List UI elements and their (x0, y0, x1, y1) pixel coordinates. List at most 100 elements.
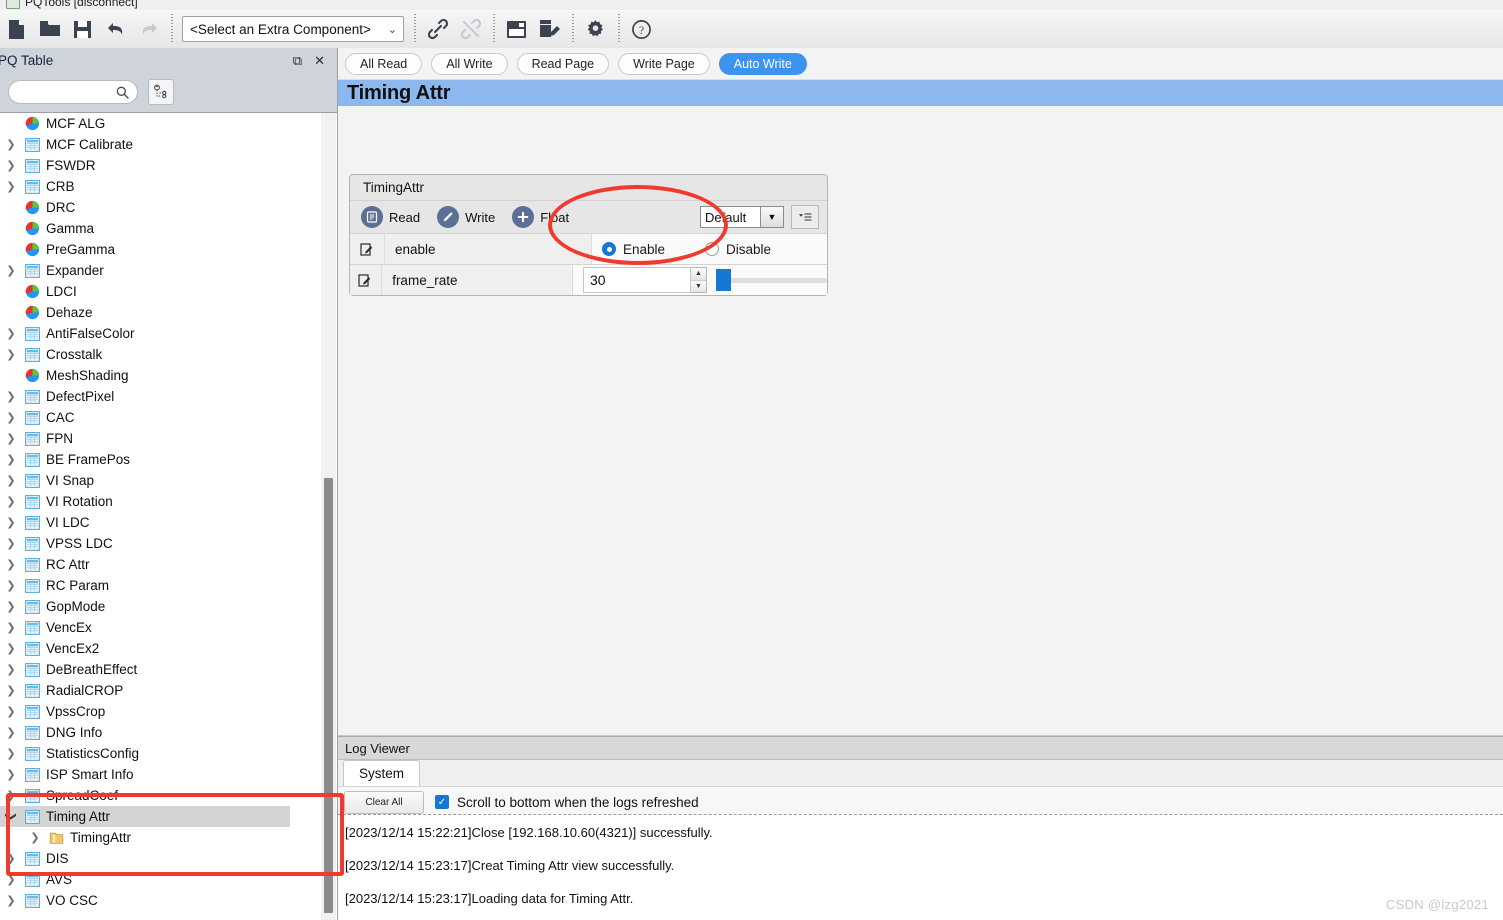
chevron-right-icon[interactable]: ❯ (0, 558, 22, 571)
tree-node[interactable]: ❯ ISP Smart Info (0, 764, 318, 785)
help-icon[interactable]: ? (625, 12, 658, 46)
chevron-right-icon[interactable]: ❯ (0, 516, 22, 529)
chevron-right-icon[interactable]: ❯ (0, 873, 22, 886)
chevron-right-icon[interactable]: ❯ (0, 852, 22, 865)
enable-value-cell[interactable]: Enable Disable (592, 234, 827, 264)
tree-node[interactable]: ❯ VencEx2 (0, 638, 318, 659)
edit-pencil-icon[interactable] (350, 234, 385, 264)
radio-enable[interactable]: Enable (602, 242, 665, 257)
tree-node[interactable]: ❯ AntiFalseColor (0, 323, 318, 344)
chevron-right-icon[interactable]: ❯ (0, 327, 22, 340)
tree-node[interactable]: ❯ AVS (0, 869, 318, 890)
pill-all-write[interactable]: All Write (431, 52, 508, 75)
search-box[interactable] (8, 80, 138, 104)
tree-node[interactable]: ❯ VPSS LDC (0, 533, 318, 554)
tree-node[interactable]: ❯ MCF Calibrate (0, 134, 318, 155)
chevron-right-icon[interactable]: ❯ (0, 390, 22, 403)
stepper-down-icon[interactable]: ▼ (691, 280, 706, 292)
chevron-right-icon[interactable]: ❯ (0, 726, 22, 739)
scroll-to-bottom-checkbox[interactable]: ✓ Scroll to bottom when the logs refresh… (435, 795, 699, 810)
chevron-right-icon[interactable]: ❯ (0, 621, 22, 634)
tree-node[interactable]: ❯ VencEx (0, 617, 318, 638)
extra-component-select[interactable]: <Select an Extra Component> ⌄ (182, 16, 404, 42)
slider-handle[interactable] (716, 269, 732, 291)
tree-node[interactable]: ❯ RC Param (0, 575, 318, 596)
search-input[interactable] (19, 84, 116, 100)
tree-node[interactable]: ❯ SpreadCoef (0, 785, 318, 806)
write-button[interactable]: Write (437, 206, 495, 228)
float-icon[interactable]: ⧉ (293, 54, 302, 67)
pill-auto-write[interactable]: Auto Write (718, 52, 807, 75)
close-icon[interactable]: ✕ (314, 54, 325, 67)
float-button[interactable]: Float (512, 206, 569, 228)
chevron-right-icon[interactable]: ❯ (0, 537, 22, 550)
gear-icon[interactable] (579, 12, 612, 46)
radio-disable[interactable]: Disable (705, 242, 771, 257)
chevron-right-icon[interactable]: ❯ (0, 789, 22, 802)
tree-node[interactable]: ❯ StatisticsConfig (0, 743, 318, 764)
frame-rate-slider[interactable] (709, 267, 827, 293)
tree-node[interactable]: ❯ DefectPixel (0, 386, 318, 407)
chevron-right-icon[interactable]: ❯ (0, 180, 22, 193)
new-file-icon[interactable] (0, 12, 33, 46)
stepper-up-icon[interactable]: ▲ (691, 268, 706, 281)
pq-table-tree[interactable]: MCF ALG ❯ MCF Calibrate ❯ FSWDR ❯ CRB DRC Gamma P… (0, 112, 337, 920)
tree-vertical-scrollbar[interactable] (321, 113, 336, 920)
filter-tree-icon[interactable] (148, 79, 174, 105)
open-folder-icon[interactable] (33, 12, 66, 46)
chevron-right-icon[interactable]: ❯ (0, 411, 22, 424)
tree-node[interactable]: ❯ GopMode (0, 596, 318, 617)
tree-node[interactable]: ❯ BE FramePos (0, 449, 318, 470)
chevron-right-icon[interactable]: ❯ (0, 579, 22, 592)
tree-node[interactable]: ❯ VI Rotation (0, 491, 318, 512)
tree-node[interactable]: ❯ VO CSC (0, 890, 318, 911)
chevron-right-icon[interactable]: ❯ (0, 663, 22, 676)
chevron-right-icon[interactable]: ❯ (0, 474, 22, 487)
tree-node[interactable]: PreGamma (0, 239, 318, 260)
tree-node[interactable]: LDCI (0, 281, 318, 302)
tree-node[interactable]: ❯ TimingAttr (0, 827, 318, 848)
tree-node[interactable]: ❯ DNG Info (0, 722, 318, 743)
chevron-right-icon[interactable]: ❯ (0, 705, 22, 718)
tree-node[interactable]: MeshShading (0, 365, 318, 386)
chevron-right-icon[interactable]: ❯ (0, 138, 22, 151)
tree-node[interactable]: Gamma (0, 218, 318, 239)
pill-read-page[interactable]: Read Page (516, 52, 610, 75)
chevron-right-icon[interactable]: ❯ (0, 894, 22, 907)
tab-system[interactable]: System (343, 760, 421, 786)
read-button[interactable]: Read (361, 206, 420, 228)
preset-menu-icon[interactable] (791, 205, 819, 229)
tree-node[interactable]: ❯ FSWDR (0, 155, 318, 176)
save-config-icon[interactable] (500, 12, 533, 46)
pill-write-page[interactable]: Write Page (618, 52, 710, 75)
tree-node[interactable]: ❯ FPN (0, 428, 318, 449)
chevron-right-icon[interactable]: ❯ (0, 600, 22, 613)
frame-rate-input[interactable]: 30 (583, 267, 691, 293)
chevron-right-icon[interactable]: ❯ (0, 432, 22, 445)
clear-all-button[interactable]: Clear All (344, 790, 424, 814)
edit-pencil-icon[interactable] (350, 265, 383, 295)
undo-icon[interactable] (99, 12, 132, 46)
link-icon[interactable] (421, 12, 454, 46)
chevron-down-icon[interactable]: ❯ (5, 806, 18, 828)
frame-rate-value-cell[interactable]: 30 ▲ ▼ (573, 265, 827, 295)
preset-dropdown[interactable]: Default ▼ (700, 206, 784, 228)
tree-node[interactable]: ❯ DeBreathEffect (0, 659, 318, 680)
tree-node[interactable]: ❯ CAC (0, 407, 318, 428)
tree-node[interactable]: ❯ VpssCrop (0, 701, 318, 722)
chevron-right-icon[interactable]: ❯ (0, 159, 22, 172)
chevron-right-icon[interactable]: ❯ (0, 264, 22, 277)
chevron-right-icon[interactable]: ❯ (0, 495, 22, 508)
tree-node[interactable]: MCF ALG (0, 113, 318, 134)
pill-all-read[interactable]: All Read (345, 52, 423, 75)
tree-node[interactable]: ❯ RadialCROP (0, 680, 318, 701)
chevron-right-icon[interactable]: ❯ (0, 747, 22, 760)
chevron-right-icon[interactable]: ❯ (0, 453, 22, 466)
tree-node-selected[interactable]: ❯ Timing Attr (0, 806, 290, 827)
tree-node[interactable]: ❯ Crosstalk (0, 344, 318, 365)
tree-node[interactable]: ❯ Expander (0, 260, 318, 281)
tree-node[interactable]: ❯ CRB (0, 176, 318, 197)
tree-node[interactable]: DRC (0, 197, 318, 218)
edit-script-icon[interactable] (533, 12, 566, 46)
frame-rate-stepper[interactable]: ▲ ▼ (691, 267, 707, 293)
